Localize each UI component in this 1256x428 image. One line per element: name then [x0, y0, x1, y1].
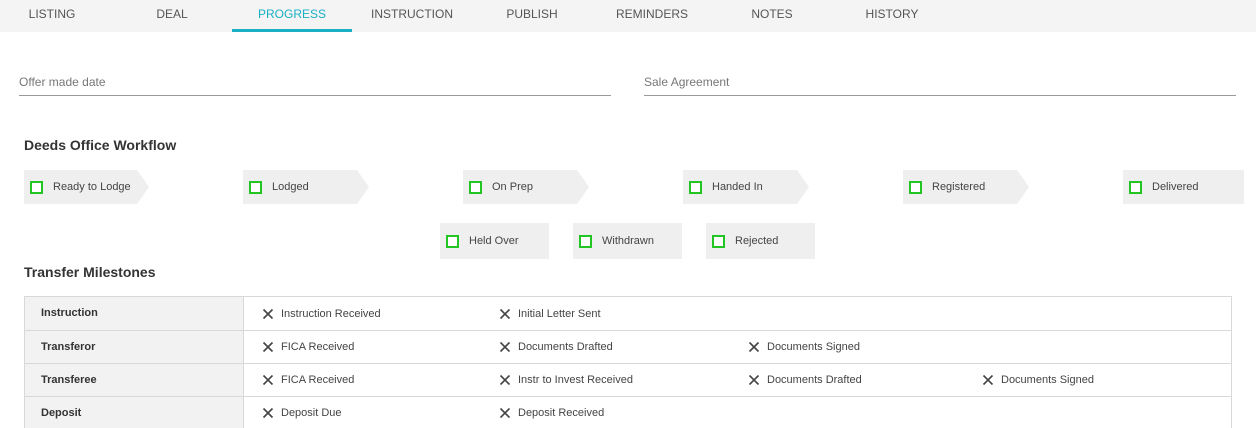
workflow-step-ready-to-lodge[interactable]: Ready to Lodge — [24, 170, 149, 204]
milestone-label: Initial Letter Sent — [518, 307, 601, 320]
milestone-item[interactable]: Deposit Received — [499, 397, 604, 428]
milestone-label: Documents Signed — [1001, 374, 1094, 386]
table-row: Transferee FICA Received Instr to Invest… — [25, 363, 1231, 396]
transfer-milestones-title: Transfer Milestones — [24, 264, 156, 280]
checkbox-icon[interactable] — [579, 234, 592, 248]
close-x-icon — [748, 341, 760, 353]
row-header: Transferee — [25, 364, 244, 396]
workflow-step-label: Delivered — [1152, 181, 1199, 193]
milestone-item[interactable]: Documents Drafted — [499, 331, 613, 363]
milestone-label: Instruction Received — [281, 307, 381, 320]
tab-deal[interactable]: DEAL — [120, 0, 224, 32]
checkbox-icon[interactable] — [1129, 180, 1142, 194]
close-x-icon — [262, 308, 274, 319]
close-x-icon — [262, 407, 274, 419]
status-rejected[interactable]: Rejected — [706, 223, 815, 259]
tab-publish[interactable]: PUBLISH — [480, 0, 584, 32]
sale-agreement-input[interactable] — [644, 70, 1236, 94]
workflow-step-on-prep[interactable]: On Prep — [463, 170, 589, 204]
tab-listing[interactable]: LISTING — [0, 0, 104, 32]
milestone-label: Documents Signed — [767, 341, 860, 353]
row-header: Deposit — [25, 397, 244, 428]
milestone-item[interactable]: Documents Signed — [982, 364, 1094, 396]
milestone-item[interactable]: Initial Letter Sent — [499, 297, 601, 330]
checkbox-icon[interactable] — [689, 180, 702, 194]
tab-bar: LISTING DEAL PROGRESS INSTRUCTION PUBLIS… — [0, 0, 1256, 32]
offer-made-date-field — [19, 70, 611, 96]
row-header: Instruction — [25, 297, 244, 330]
deeds-workflow-title: Deeds Office Workflow — [24, 137, 177, 153]
milestone-label: Deposit Received — [518, 407, 605, 419]
milestone-label: FICA Received — [281, 341, 355, 353]
tab-instruction[interactable]: INSTRUCTION — [360, 0, 464, 32]
milestone-item[interactable]: Instruction Received — [262, 297, 381, 330]
tab-notes[interactable]: NOTES — [720, 0, 824, 32]
milestone-label: Deposit Due — [281, 407, 342, 419]
workflow-step-label: On Prep — [492, 181, 533, 193]
sale-agreement-field — [644, 70, 1236, 96]
workflow-step-lodged[interactable]: Lodged — [243, 170, 369, 204]
milestone-label: Instr to Invest Received — [518, 374, 633, 386]
workflow-step-label: Lodged — [272, 181, 309, 193]
status-label: Rejected — [735, 235, 779, 247]
table-row: Instruction Instruction Received Initial… — [25, 297, 1231, 330]
workflow-step-label: Ready to Lodge — [53, 181, 131, 193]
tab-reminders[interactable]: REMINDERS — [600, 0, 704, 32]
tab-history[interactable]: HISTORY — [840, 0, 944, 32]
close-x-icon — [262, 374, 274, 386]
milestone-item[interactable]: Instr to Invest Received — [499, 364, 633, 396]
status-held-over[interactable]: Held Over — [440, 223, 549, 259]
close-x-icon — [499, 374, 511, 386]
close-x-icon — [982, 374, 994, 386]
status-label: Held Over — [469, 235, 519, 247]
milestone-item[interactable]: Deposit Due — [262, 397, 342, 428]
milestone-label: Documents Drafted — [518, 341, 613, 353]
milestone-item[interactable]: FICA Received — [262, 364, 354, 396]
table-row: Deposit Deposit Due Deposit Received — [25, 396, 1231, 428]
close-x-icon — [262, 341, 274, 353]
offer-made-date-input[interactable] — [19, 70, 611, 94]
milestone-item[interactable]: Documents Drafted — [748, 364, 862, 396]
milestone-label: Documents Drafted — [767, 374, 862, 386]
checkbox-icon[interactable] — [30, 180, 43, 194]
checkbox-icon[interactable] — [469, 180, 482, 194]
checkbox-icon[interactable] — [712, 234, 725, 248]
close-x-icon — [499, 341, 511, 353]
milestones-table: Instruction Instruction Received Initial… — [24, 296, 1232, 428]
status-withdrawn[interactable]: Withdrawn — [573, 223, 682, 259]
milestone-item[interactable]: Documents Signed — [748, 331, 860, 363]
workflow-step-label: Handed In — [712, 181, 763, 193]
checkbox-icon[interactable] — [446, 234, 459, 248]
workflow-step-handed-in[interactable]: Handed In — [683, 170, 809, 204]
workflow-step-label: Registered — [932, 181, 986, 193]
close-x-icon — [499, 407, 511, 419]
milestone-item[interactable]: FICA Received — [262, 331, 354, 363]
checkbox-icon[interactable] — [909, 180, 922, 194]
checkbox-icon[interactable] — [249, 180, 262, 194]
workflow-step-delivered[interactable]: Delivered — [1123, 170, 1244, 204]
close-x-icon — [748, 374, 760, 386]
tab-progress[interactable]: PROGRESS — [232, 0, 352, 32]
row-header: Transferor — [25, 331, 244, 363]
status-label: Withdrawn — [602, 235, 654, 247]
close-x-icon — [499, 308, 511, 319]
active-tab-indicator — [232, 29, 352, 32]
milestone-label: FICA Received — [281, 374, 355, 386]
table-row: Transferor FICA Received Documents Draft… — [25, 330, 1231, 363]
workflow-step-registered[interactable]: Registered — [903, 170, 1029, 204]
